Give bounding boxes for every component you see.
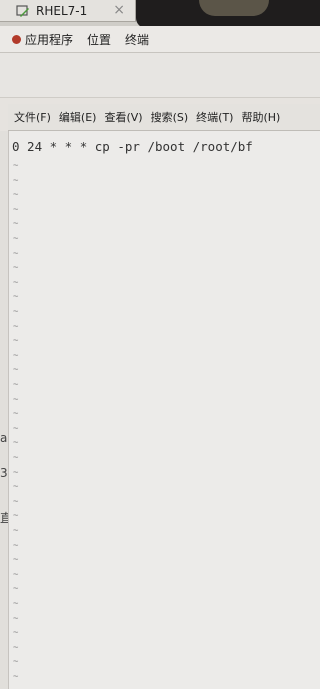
vim-tilde: ~ [13, 467, 19, 478]
menu-edit[interactable]: 编辑(E) [59, 109, 97, 125]
vim-tilde: ~ [13, 511, 19, 522]
menu-terminal[interactable]: 终端 [125, 31, 149, 48]
vm-tab[interactable]: RHEL7-1 × [0, 0, 136, 22]
vim-tilde: ~ [13, 482, 19, 493]
vim-tilde: ~ [13, 584, 19, 595]
vim-tilde: ~ [13, 613, 19, 624]
vim-tilde: ~ [13, 453, 19, 463]
vim-tilde: ~ [13, 336, 19, 347]
vim-tilde: ~ [13, 599, 19, 609]
vim-tilde: ~ [13, 423, 19, 434]
vm-console-icon [16, 4, 29, 17]
vim-tilde: ~ [13, 365, 19, 376]
vim-tilde: ~ [13, 175, 19, 186]
dark-window-thumbnail [199, 0, 269, 16]
vim-tilde: ~ [13, 204, 19, 215]
vim-tilde: ~ [13, 277, 19, 288]
menu-file[interactable]: 文件(F) [14, 109, 51, 125]
vim-tilde: ~ [13, 642, 19, 653]
close-icon[interactable]: × [113, 2, 125, 18]
menu-terminal-t[interactable]: 终端(T) [196, 109, 233, 125]
vim-tilde: ~ [13, 321, 19, 332]
menu-help[interactable]: 帮助(H) [241, 109, 280, 125]
vim-tilde: ~ [13, 672, 19, 682]
vim-tilde: ~ [13, 394, 19, 405]
vim-tilde: ~ [13, 569, 19, 580]
menu-search[interactable]: 搜索(S) [151, 109, 189, 125]
gnome-top-bar: 应用程序 位置 终端 [0, 26, 320, 53]
vim-tilde: ~ [13, 234, 19, 244]
vim-tilde: ~ [13, 161, 19, 171]
menu-view[interactable]: 查看(V) [104, 109, 142, 125]
terminal-content[interactable]: 0 24 * * * cp -pr /boot /root/bf ~ ~ ~ ~ ~ ~ ~… [8, 131, 320, 689]
vim-tilde: ~ [13, 628, 19, 639]
background-window-edge: a 3C 直 [0, 131, 16, 689]
menu-places[interactable]: 位置 [87, 31, 111, 48]
edge-text-fragment: a [0, 431, 8, 445]
vm-tab-title: RHEL7-1 [36, 3, 88, 18]
applications-icon[interactable] [12, 34, 21, 44]
vim-tilde: ~ [13, 555, 19, 566]
vim-tilde: ~ [13, 438, 19, 449]
vim-tilde: ~ [13, 263, 19, 274]
vim-tilde: ~ [13, 307, 19, 317]
menu-applications[interactable]: 应用程序 [25, 31, 73, 48]
vim-tilde: ~ [13, 540, 19, 551]
window-header-area [0, 53, 320, 98]
vim-tilde: ~ [13, 248, 19, 259]
vim-tilde: ~ [13, 190, 19, 201]
vim-tilde: ~ [13, 219, 19, 230]
vim-tilde: ~ [13, 350, 19, 361]
vim-tilde: ~ [13, 526, 19, 536]
terminal-menu-bar: 文件(F) 编辑(E) 查看(V) 搜索(S) 终端(T) 帮助(H) [8, 104, 320, 131]
vim-tilde: ~ [13, 380, 19, 390]
vim-tilde: ~ [13, 409, 19, 420]
vim-tilde: ~ [13, 292, 19, 303]
vim-tilde: ~ [13, 657, 19, 668]
vim-tilde: ~ [13, 496, 19, 507]
crontab-line: 0 24 * * * cp -pr /boot /root/bf [12, 139, 253, 154]
